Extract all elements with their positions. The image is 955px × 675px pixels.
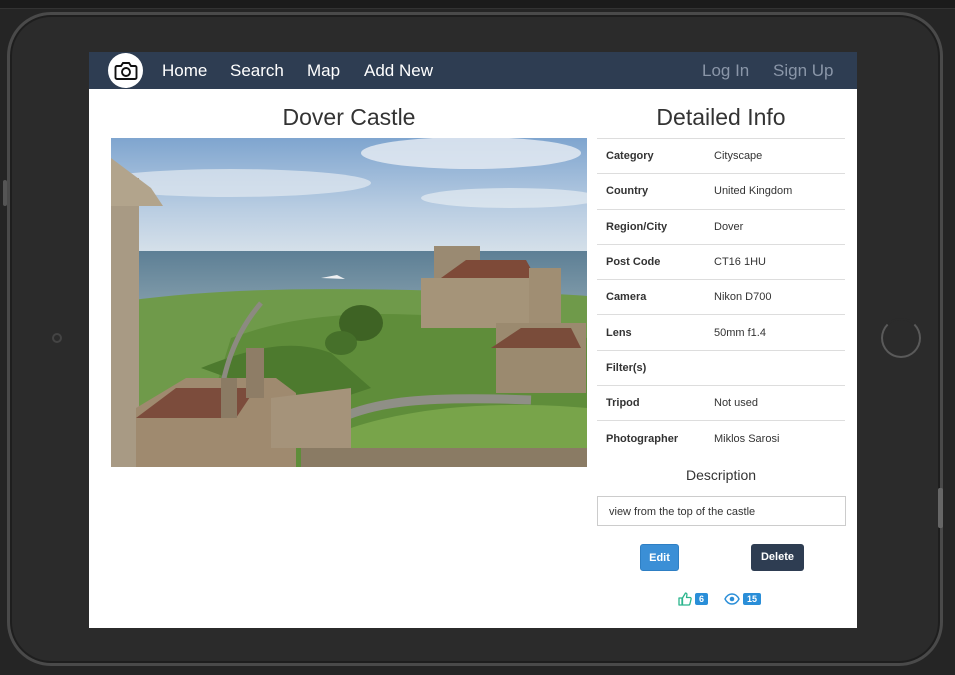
info-row-category: Category Cityscape — [597, 139, 845, 175]
nav-signup[interactable]: Sign Up — [773, 52, 833, 89]
info-key: Lens — [606, 326, 632, 339]
nav-map[interactable]: Map — [307, 52, 340, 89]
edit-button[interactable]: Edit — [640, 544, 679, 571]
info-key: Country — [606, 185, 649, 198]
info-row-photographer: Photographer Miklos Sarosi — [597, 421, 845, 456]
tablet-home-button[interactable] — [881, 318, 921, 358]
info-value: Miklos Sarosi — [714, 433, 780, 446]
info-key: Post Code — [606, 256, 661, 269]
nav-login[interactable]: Log In — [702, 52, 749, 89]
tablet-side-button-right — [938, 488, 943, 528]
photo-image[interactable] — [111, 138, 587, 467]
camera-icon — [114, 61, 137, 80]
info-value: 50mm f1.4 — [714, 326, 766, 339]
info-key: Category — [606, 150, 654, 163]
info-value: Cityscape — [714, 150, 763, 163]
info-key: Photographer — [606, 433, 679, 446]
info-row-lens: Lens 50mm f1.4 — [597, 315, 845, 351]
app-screen: Home Search Map Add New Log In Sign Up D… — [89, 52, 857, 628]
top-bar — [0, 0, 955, 9]
info-row-country: Country United Kingdom — [597, 174, 845, 210]
info-value: Dover — [714, 220, 744, 233]
info-key: Tripod — [606, 397, 640, 410]
info-key: Camera — [606, 291, 647, 304]
photo-title: Dover Castle — [282, 104, 416, 130]
likes-stat[interactable]: 6 — [678, 590, 709, 608]
info-value: CT16 1HU — [714, 256, 766, 269]
info-row-region: Region/City Dover — [597, 210, 845, 245]
description-box: view from the top of the castle — [597, 496, 846, 526]
eye-icon — [724, 593, 740, 605]
nav-search[interactable]: Search — [230, 52, 284, 89]
views-stat: 15 — [724, 590, 762, 608]
info-row-post-code: Post Code CT16 1HU — [597, 245, 845, 281]
thumbs-up-icon — [678, 592, 692, 606]
tablet-camera-dot — [52, 333, 62, 343]
likes-count: 6 — [695, 593, 709, 605]
info-row-filters: Filter(s) — [597, 351, 845, 387]
info-key: Region/City — [606, 220, 668, 233]
info-row-camera: Camera Nikon D700 — [597, 280, 845, 316]
info-row-tripod: Tripod Not used — [597, 386, 845, 422]
navbar: Home Search Map Add New Log In Sign Up — [89, 52, 857, 89]
info-value: Nikon D700 — [714, 291, 772, 304]
info-value: United Kingdom — [714, 185, 793, 198]
nav-home[interactable]: Home — [162, 52, 207, 89]
info-key: Filter(s) — [606, 361, 647, 374]
views-count: 15 — [743, 593, 762, 605]
info-title: Detailed Info — [656, 104, 786, 130]
info-table: Category Cityscape Country United Kingdo… — [597, 138, 845, 457]
tablet-side-button — [3, 180, 7, 206]
description-title: Description — [685, 467, 757, 483]
nav-add-new[interactable]: Add New — [364, 52, 433, 89]
logo[interactable] — [108, 53, 143, 88]
delete-button[interactable]: Delete — [751, 544, 804, 571]
info-value: Not used — [714, 397, 759, 410]
